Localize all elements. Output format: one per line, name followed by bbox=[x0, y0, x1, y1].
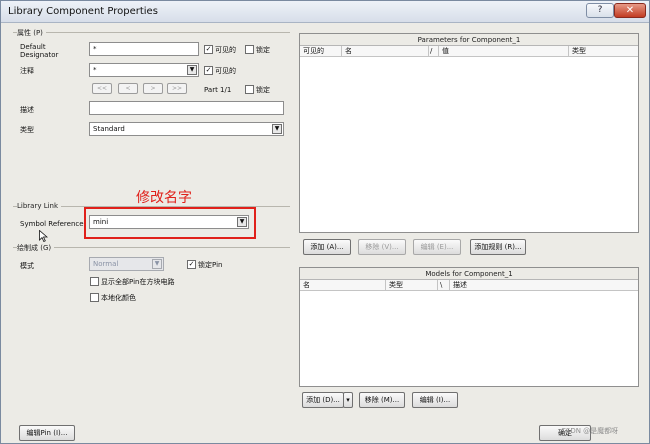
param-add-rule-button[interactable]: 添加规则 (R)... bbox=[470, 239, 526, 255]
mode-value: Normal bbox=[93, 260, 119, 268]
models-panel-title: Models for Component_1 bbox=[300, 268, 638, 280]
models-panel[interactable]: Models for Component_1 名 类型 \ 描述 bbox=[299, 267, 639, 387]
designator-locked-label: 锁定 bbox=[256, 46, 270, 54]
param-col-visible[interactable]: 可见的 bbox=[300, 46, 342, 57]
mode-select[interactable]: Normal ▼ bbox=[89, 257, 164, 271]
next-part-button[interactable]: > bbox=[143, 83, 163, 94]
model-add-button[interactable]: 添加 (D)... bbox=[302, 392, 344, 408]
lock-pins-label: 锁定Pin bbox=[198, 261, 223, 269]
annotation-text: 修改名字 bbox=[136, 190, 192, 206]
prev-part-button[interactable]: < bbox=[118, 83, 138, 94]
part-locked-label: 锁定 bbox=[256, 86, 270, 94]
comment-visible-checkbox[interactable]: ✓ bbox=[204, 66, 213, 75]
properties-group-title: 属性 (P) bbox=[17, 28, 46, 38]
designator-input[interactable]: * bbox=[89, 42, 199, 56]
comment-combo[interactable]: * ▼ bbox=[89, 63, 199, 77]
library-link-group-title: Library Link bbox=[17, 202, 62, 210]
type-select[interactable]: Standard ▼ bbox=[89, 122, 284, 136]
designator-visible-checkbox[interactable]: ✓ bbox=[204, 45, 213, 54]
properties-group-line bbox=[13, 32, 290, 33]
designator-locked-checkbox[interactable] bbox=[245, 45, 254, 54]
symbol-reference-label: Symbol Reference bbox=[20, 220, 84, 228]
param-edit-button[interactable]: 编辑 (E)... bbox=[413, 239, 461, 255]
chevron-down-icon[interactable]: ▼ bbox=[187, 65, 197, 75]
param-col-type[interactable]: 类型 bbox=[569, 46, 638, 57]
help-icon[interactable]: ? bbox=[586, 3, 614, 18]
comment-visible-label: 可见的 bbox=[215, 67, 236, 75]
mouse-cursor-icon bbox=[39, 230, 48, 242]
param-col-sort[interactable]: / bbox=[429, 46, 439, 57]
param-col-name[interactable]: 名 bbox=[342, 46, 429, 57]
watermark-text: CSDN @是魔都呀 bbox=[561, 427, 619, 435]
last-part-button[interactable]: >> bbox=[167, 83, 187, 94]
model-remove-button[interactable]: 移除 (M)... bbox=[359, 392, 405, 408]
comment-value: * bbox=[93, 66, 97, 74]
dialog-window: Library Component Properties ? ✕ 属性 (P) … bbox=[0, 0, 650, 444]
param-col-value[interactable]: 值 bbox=[439, 46, 569, 57]
chevron-down-icon[interactable]: ▼ bbox=[152, 259, 162, 269]
edit-pins-button[interactable]: 编辑Pin (I)... bbox=[19, 425, 75, 441]
designator-label: Default Designator bbox=[20, 43, 59, 59]
model-add-dropdown[interactable]: ▾ bbox=[343, 392, 353, 408]
model-edit-button[interactable]: 编辑 (I)... bbox=[412, 392, 458, 408]
first-part-button[interactable]: << bbox=[92, 83, 112, 94]
close-icon[interactable]: ✕ bbox=[614, 3, 646, 18]
part-indicator: Part 1/1 bbox=[204, 86, 232, 94]
highlight-box bbox=[84, 207, 256, 239]
window-title: Library Component Properties bbox=[8, 6, 158, 17]
model-col-type[interactable]: 类型 bbox=[386, 280, 438, 291]
param-remove-button[interactable]: 移除 (V)... bbox=[358, 239, 406, 255]
designator-visible-label: 可见的 bbox=[215, 46, 236, 54]
model-col-name[interactable]: 名 bbox=[300, 280, 386, 291]
type-label: 类型 bbox=[20, 126, 34, 134]
local-colors-checkbox[interactable] bbox=[90, 293, 99, 302]
type-value: Standard bbox=[93, 125, 125, 133]
lock-pins-checkbox[interactable]: ✓ bbox=[187, 260, 196, 269]
description-input[interactable] bbox=[89, 101, 284, 115]
show-hidden-pins-checkbox[interactable] bbox=[90, 277, 99, 286]
model-col-description[interactable]: 描述 bbox=[450, 280, 638, 291]
part-locked-checkbox[interactable] bbox=[245, 85, 254, 94]
local-colors-label: 本地化颜色 bbox=[101, 294, 136, 302]
chevron-down-icon[interactable]: ▼ bbox=[272, 124, 282, 134]
chevron-down-icon: ▾ bbox=[346, 396, 350, 404]
graphical-group-title: 绘制成 (G) bbox=[17, 243, 55, 253]
title-bar[interactable]: Library Component Properties ? ✕ bbox=[1, 1, 649, 23]
show-hidden-pins-label: 显示全部Pin在方块电路 bbox=[101, 278, 175, 286]
parameters-panel[interactable]: Parameters for Component_1 可见的 名 / 值 类型 bbox=[299, 33, 639, 233]
mode-label: 模式 bbox=[20, 262, 34, 270]
param-add-button[interactable]: 添加 (A)... bbox=[303, 239, 351, 255]
parameters-panel-title: Parameters for Component_1 bbox=[300, 34, 638, 46]
description-label: 描述 bbox=[20, 106, 34, 114]
graphical-group-line bbox=[13, 247, 290, 248]
comment-label: 注释 bbox=[20, 67, 34, 75]
model-col-sort[interactable]: \ bbox=[438, 280, 450, 291]
